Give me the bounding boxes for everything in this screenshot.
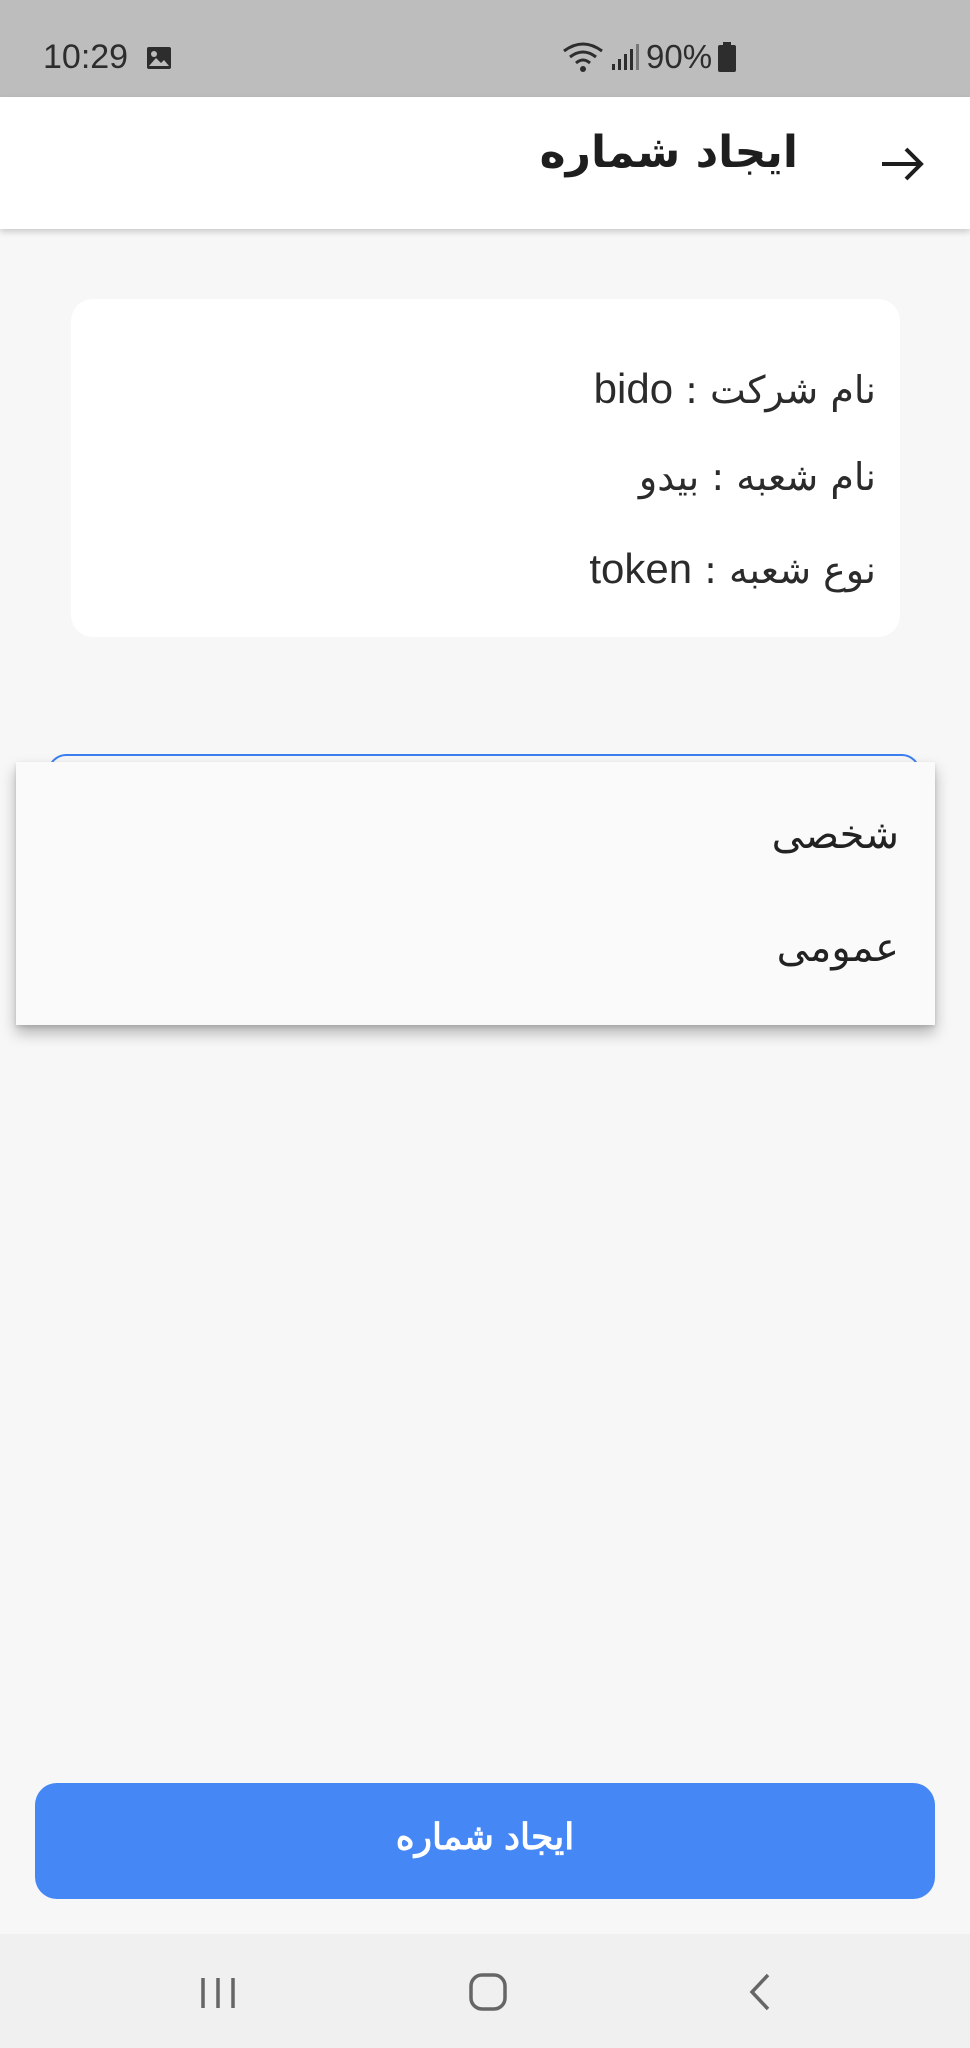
dropdown-option-personal[interactable]: شخصی	[772, 812, 899, 858]
type-dropdown-menu: شخصی عمومی	[16, 762, 935, 1025]
company-name-label: نام شرکت :	[673, 368, 876, 412]
create-number-button-label: ایجاد شماره	[395, 1816, 575, 1857]
branch-type-label: نوع شعبه :	[692, 548, 876, 592]
company-name-value: bido	[593, 365, 674, 412]
gallery-icon	[147, 47, 171, 69]
battery-percent: 90%	[646, 38, 713, 75]
system-nav-bar	[0, 1934, 970, 2048]
back-icon[interactable]	[746, 1972, 774, 2012]
dropdown-option-public[interactable]: عمومی	[777, 925, 899, 971]
branch-name-row: نام شعبه : بیدو	[639, 455, 876, 499]
status-bar: 10:29 90%	[0, 0, 970, 97]
company-name-row: نام شرکت : bido	[594, 365, 876, 413]
home-icon[interactable]	[468, 1972, 508, 2012]
branch-name-value: بیدو	[638, 455, 700, 499]
recents-icon[interactable]	[199, 1976, 237, 2010]
info-card: نام شرکت : bido نام شعبه : بیدو نوع شعبه…	[71, 299, 900, 637]
battery-icon	[718, 42, 737, 72]
branch-type-row: نوع شعبه : token	[589, 545, 876, 593]
wifi-icon	[563, 42, 603, 72]
app-bar: ایجاد شماره	[0, 97, 970, 229]
signal-icon	[612, 44, 639, 70]
status-icons: 90%	[562, 38, 737, 75]
page-title: ایجاد شماره	[539, 127, 798, 178]
arrow-right-icon[interactable]	[876, 137, 930, 191]
status-time: 10:29	[43, 38, 129, 76]
create-number-button[interactable]: ایجاد شماره	[35, 1783, 935, 1899]
branch-name-label: نام شعبه :	[699, 455, 876, 499]
branch-type-value: token	[589, 545, 693, 592]
